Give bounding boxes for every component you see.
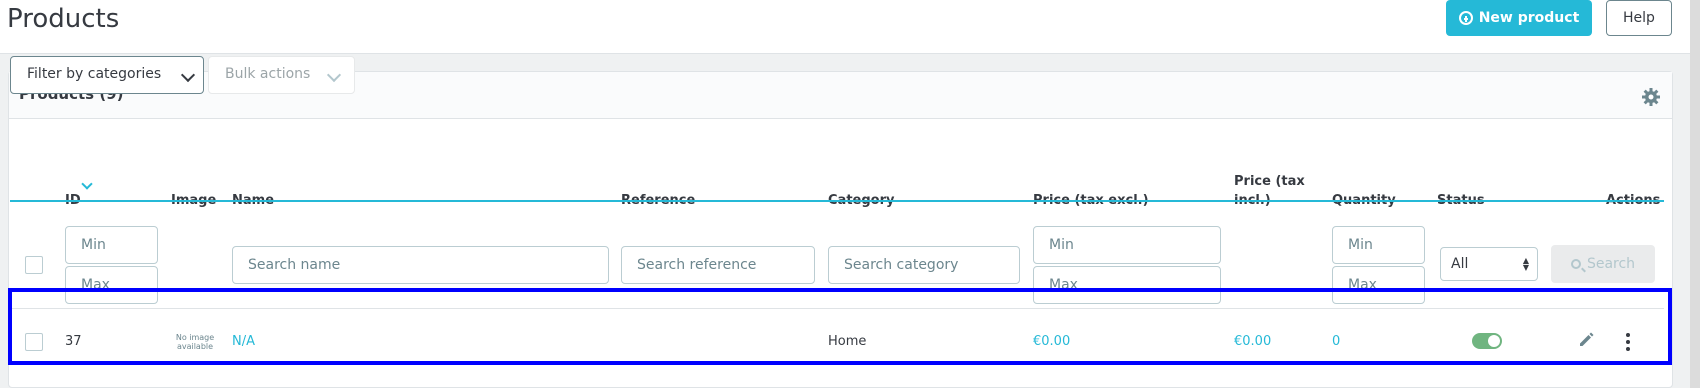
no-image-text-line2: available [176, 342, 214, 351]
search-button[interactable]: Search [1551, 245, 1655, 283]
row-quantity[interactable]: 0 [1332, 334, 1340, 350]
bulk-actions-dropdown[interactable]: Bulk actions [208, 56, 355, 94]
row-id: 37 [65, 334, 82, 349]
select-arrows-icon: ▲ ▼ [1522, 256, 1529, 272]
row-price-excl[interactable]: €0.00 [1033, 334, 1070, 350]
page-scrollbar[interactable] [1690, 0, 1700, 388]
no-image-text-line1: No image [175, 333, 215, 342]
id-min-input[interactable]: Min [65, 226, 158, 264]
add-circle-icon [1458, 11, 1473, 25]
reference-search-input[interactable]: Search reference [621, 246, 815, 284]
quantity-max-input[interactable]: Max [1332, 266, 1425, 304]
settings-gear-icon[interactable] [1641, 87, 1661, 107]
new-product-label: New product [1478, 10, 1580, 26]
help-button[interactable]: Help [1606, 0, 1672, 36]
row-name-link[interactable]: N/A [232, 334, 255, 350]
bulk-actions-label: Bulk actions [225, 66, 311, 82]
new-product-button[interactable]: New product [1446, 0, 1592, 36]
price-max-input[interactable]: Max [1033, 266, 1221, 304]
id-max-input[interactable]: Max [65, 266, 158, 304]
more-actions-icon[interactable] [1626, 333, 1630, 351]
filter-by-categories-label: Filter by categories [27, 66, 162, 82]
row-price-incl[interactable]: €0.00 [1234, 334, 1271, 350]
row-select-checkbox[interactable] [25, 333, 43, 351]
quantity-min-input[interactable]: Min [1332, 226, 1425, 264]
chevron-down-icon [326, 67, 342, 83]
search-icon [1570, 259, 1581, 269]
row-category: Home [828, 334, 867, 349]
select-all-checkbox[interactable] [25, 256, 43, 274]
table-header-divider [10, 200, 1664, 202]
filter-by-categories-dropdown[interactable]: Filter by categories [10, 56, 204, 94]
row-divider [10, 308, 1664, 309]
price-min-input[interactable]: Min [1033, 226, 1221, 264]
page-title: Products [7, 4, 120, 34]
edit-pencil-icon[interactable] [1578, 330, 1596, 348]
search-label: Search [1586, 256, 1636, 272]
status-filter-value: All [1451, 256, 1469, 272]
category-search-input[interactable]: Search category [828, 246, 1020, 284]
name-search-input[interactable]: Search name [232, 246, 609, 284]
column-header-price-incl-line1: Price (tax [1234, 174, 1305, 189]
status-toggle[interactable] [1472, 333, 1502, 349]
no-image-placeholder: No image available [174, 333, 216, 351]
status-filter-select[interactable]: All ▲ ▼ [1440, 247, 1538, 281]
page-header: Products New product Help [0, 0, 1690, 54]
chevron-down-icon [180, 67, 196, 83]
